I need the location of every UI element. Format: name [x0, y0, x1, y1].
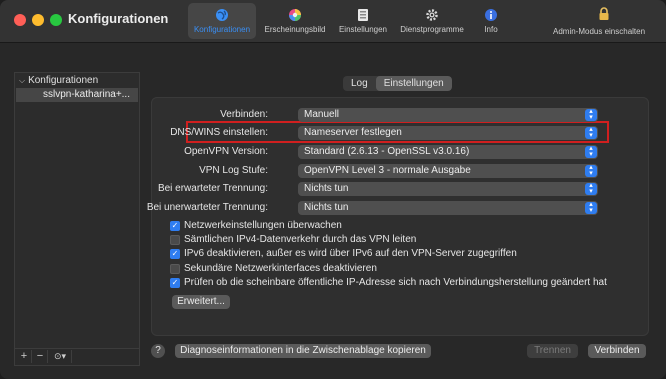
unexpected-disconnect-select[interactable]: Nichts tun ▴ ▾ — [298, 201, 598, 215]
toolbar-tab-info[interactable]: Info — [474, 3, 508, 39]
connect-button[interactable]: Verbinden — [588, 344, 646, 358]
settings-panel-icon — [358, 9, 368, 21]
chevron-updown-icon: ▴ ▾ — [585, 145, 597, 158]
expected-disconnect-select[interactable]: Nichts tun ▴ ▾ — [298, 182, 598, 196]
checkbox-empty[interactable] — [170, 235, 180, 245]
openvpn-version-select[interactable]: Standard (2.6.13 - OpenSSL v3.0.16) ▴ ▾ — [298, 145, 598, 159]
checkmark-icon[interactable]: ✓ — [170, 278, 180, 288]
vpn-log-level-label: VPN Log Stufe: — [199, 165, 268, 176]
view-tabs: Log Einstellungen — [343, 76, 452, 91]
checkmark-icon[interactable]: ✓ — [170, 249, 180, 259]
tab-log[interactable]: Log — [343, 76, 376, 91]
sidebar-toolbar: + − ⊙▾ — [15, 348, 139, 365]
globe-icon — [216, 9, 228, 21]
connect-select[interactable]: Manuell ▴ ▾ — [298, 108, 598, 122]
lock-icon[interactable] — [598, 7, 610, 21]
gear-icon — [426, 9, 438, 21]
color-wheel-icon — [289, 9, 301, 21]
disconnect-button[interactable]: Trennen — [527, 344, 578, 358]
sidebar-item-configuration[interactable]: sslvpn-katharina+... — [16, 88, 138, 102]
chevron-down-icon[interactable]: ⌵ — [19, 76, 25, 86]
checkmark-icon[interactable]: ✓ — [170, 221, 180, 231]
remove-configuration-button[interactable]: − — [33, 350, 48, 363]
close-window-button[interactable] — [14, 14, 26, 26]
chevron-updown-icon: ▴ ▾ — [585, 126, 597, 139]
more-actions-button[interactable]: ⊙▾ — [49, 350, 72, 363]
chevron-updown-icon: ▴ ▾ — [585, 182, 597, 195]
toolbar-tab-erscheinungsbild[interactable]: Erscheinungsbild — [260, 3, 330, 39]
checkbox-empty[interactable] — [170, 264, 180, 274]
openvpn-version-label: OpenVPN Version: — [184, 146, 268, 157]
toolbar-tab-dienstprogramme[interactable]: Dienstprogramme — [396, 3, 468, 39]
sidebar-group-header[interactable]: ⌵ Konfigurationen — [19, 75, 98, 86]
minimize-window-button[interactable] — [32, 14, 44, 26]
chevron-updown-icon: ▴ ▾ — [585, 164, 597, 177]
toolbar-tab-einstellungen[interactable]: Einstellungen — [334, 3, 392, 39]
toolbar: Konfigurationen Konfigurationen Erschein… — [0, 0, 666, 43]
copy-diagnostics-button[interactable]: Diagnoseinformationen in die Zwischenabl… — [175, 344, 431, 358]
vpn-log-level-select[interactable]: OpenVPN Level 3 - normale Ausgabe ▴ ▾ — [298, 164, 598, 178]
connect-label: Verbinden: — [220, 109, 268, 120]
toolbar-tab-konfigurationen[interactable]: Konfigurationen — [188, 3, 256, 39]
settings-panel: Verbinden: Manuell ▴ ▾ DNS/WINS einstelle… — [147, 97, 649, 336]
unexpected-disconnect-label: Bei unerwarteter Trennung: — [146, 202, 268, 213]
expected-disconnect-label: Bei erwarteter Trennung: — [157, 183, 268, 194]
info-icon — [485, 9, 497, 21]
add-configuration-button[interactable]: + — [17, 350, 32, 363]
chevron-updown-icon: ▴ ▾ — [585, 108, 597, 121]
advanced-button[interactable]: Erweitert... — [172, 295, 230, 309]
dns-wins-select[interactable]: Nameserver festlegen ▴ ▾ — [298, 126, 598, 140]
dns-wins-label: DNS/WINS einstellen: — [170, 127, 268, 138]
tab-einstellungen[interactable]: Einstellungen — [375, 76, 452, 91]
window-title: Konfigurationen — [68, 11, 169, 26]
app-window: Konfigurationen Konfigurationen Erschein… — [0, 0, 666, 379]
zoom-window-button[interactable] — [50, 14, 62, 26]
admin-mode-label[interactable]: Admin-Modus einschalten — [553, 27, 645, 36]
help-button[interactable]: ? — [151, 344, 165, 358]
chevron-updown-icon: ▴ ▾ — [585, 201, 597, 214]
